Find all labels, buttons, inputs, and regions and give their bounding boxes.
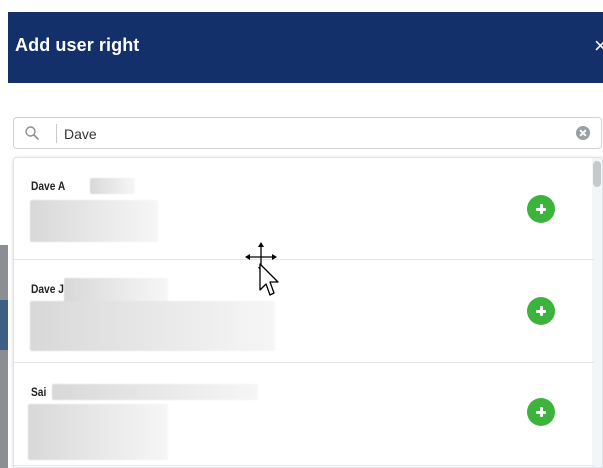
add-user-button[interactable] [527, 195, 555, 223]
search-divider [56, 124, 57, 143]
search-input[interactable] [64, 122, 544, 145]
redacted-text [52, 384, 258, 400]
background-page-edge-accent [0, 300, 8, 350]
search-icon [25, 126, 39, 140]
add-user-button[interactable] [527, 398, 555, 426]
add-user-button[interactable] [527, 297, 555, 325]
scrollbar-thumb[interactable] [593, 161, 601, 187]
user-name: Dave A [31, 179, 66, 193]
user-results-list[interactable]: Dave A Dave J Sai [13, 157, 603, 468]
search-box [13, 117, 602, 149]
dialog-title: Add user right [15, 35, 140, 55]
dialog-header: Add user right × [8, 12, 603, 83]
list-item[interactable]: Sai [14, 364, 594, 466]
redacted-text [28, 404, 168, 460]
user-name: Dave J [31, 282, 64, 296]
background-page-edge [0, 245, 8, 468]
user-name: Sai [31, 385, 47, 399]
list-item[interactable]: Dave J [14, 261, 594, 363]
add-user-right-dialog: Add user right × Dave A Dave J Sai [0, 0, 603, 468]
redacted-text [90, 178, 135, 194]
clear-icon[interactable] [576, 126, 590, 140]
close-icon[interactable]: × [594, 32, 603, 60]
redacted-text [30, 200, 158, 242]
redacted-text [30, 301, 275, 351]
list-item[interactable]: Dave A [14, 158, 594, 260]
